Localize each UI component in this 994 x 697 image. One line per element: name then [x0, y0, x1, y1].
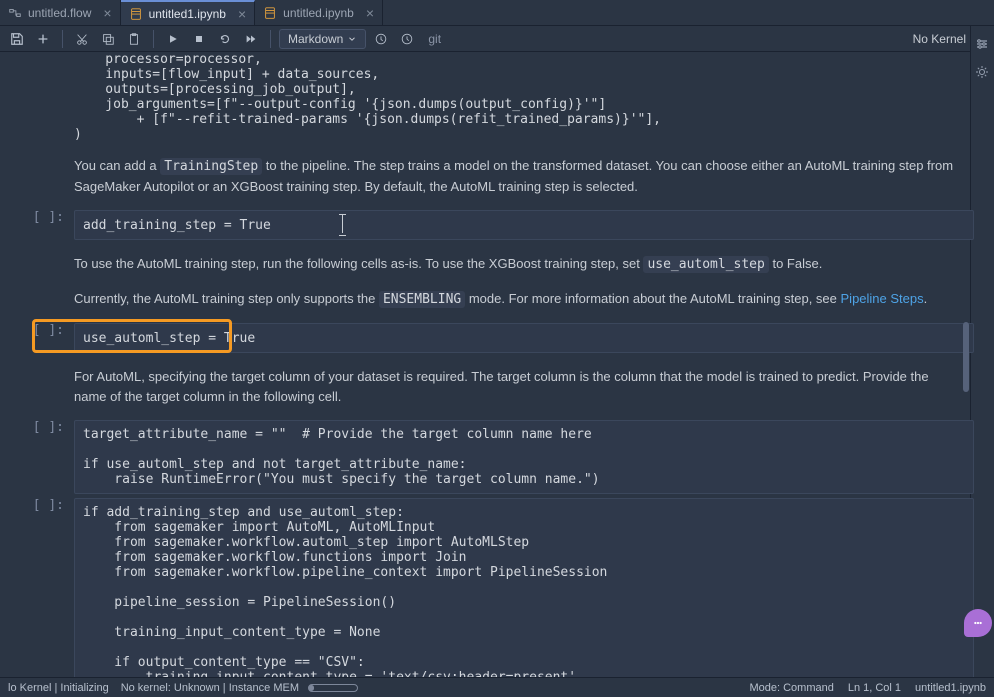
cell-code[interactable]: target_attribute_name = "" # Provide the… [83, 427, 965, 487]
tab-label: untitled.flow [28, 6, 91, 20]
run-button[interactable] [162, 28, 184, 50]
divider [62, 30, 63, 48]
close-icon[interactable]: × [366, 5, 374, 21]
tab-label: untitled1.ipynb [149, 7, 226, 21]
text-cursor [342, 214, 343, 233]
cell-prompt: [ ]: [10, 210, 74, 240]
cut-button[interactable] [71, 28, 93, 50]
clock-button[interactable] [370, 28, 392, 50]
status-cursor[interactable]: Ln 1, Col 1 [848, 682, 901, 694]
fast-forward-button[interactable] [240, 28, 262, 50]
schedule-button[interactable] [396, 28, 418, 50]
flow-icon [8, 6, 22, 20]
restart-button[interactable] [214, 28, 236, 50]
notebook-icon [129, 7, 143, 21]
tab-bar: untitled.flow × untitled1.ipynb × untitl… [0, 0, 994, 26]
memory-bar [308, 684, 358, 692]
cell-prompt: [ ]: [10, 420, 74, 494]
code-cell[interactable]: [ ]: add_training_step = True [10, 210, 974, 240]
cell-type-dropdown[interactable]: Markdown [279, 29, 366, 49]
code-cell[interactable]: [ ]: if add_training_step and use_automl… [10, 498, 974, 677]
markdown-cell[interactable]: To use the AutoML training step, run the… [74, 254, 954, 275]
save-button[interactable] [6, 28, 28, 50]
add-cell-button[interactable] [32, 28, 54, 50]
close-icon[interactable]: × [103, 5, 111, 21]
code-cell[interactable]: [ ]: target_attribute_name = "" # Provid… [10, 420, 974, 494]
notebook-viewport[interactable]: processor=processor, inputs=[flow_input]… [0, 52, 994, 677]
close-icon[interactable]: × [238, 6, 246, 22]
inline-code: use_automl_step [643, 256, 768, 273]
status-kernel-mem[interactable]: No kernel: Unknown | Instance MEM [121, 682, 358, 694]
code-fragment-top: processor=processor, inputs=[flow_input]… [74, 52, 984, 142]
kernel-label: No Kernel [913, 32, 966, 46]
markdown-cell[interactable]: Currently, the AutoML training step only… [74, 289, 954, 310]
cell-prompt: [ ]: [10, 323, 74, 353]
cell-code[interactable]: if add_training_step and use_automl_step… [83, 505, 965, 677]
divider [270, 30, 271, 48]
divider [153, 30, 154, 48]
tab-label: untitled.ipynb [283, 6, 354, 20]
inline-code: ENSEMBLING [379, 291, 465, 308]
status-bar: lo Kernel | Initializing No kernel: Unkn… [0, 677, 994, 697]
scrollbar-thumb[interactable] [963, 322, 969, 392]
cell-prompt: [ ]: [10, 498, 74, 677]
notebook-toolbar: Markdown git No Kernel [0, 26, 994, 52]
markdown-cell[interactable]: For AutoML, specifying the target column… [74, 367, 954, 406]
status-kernel-init[interactable]: lo Kernel | Initializing [8, 682, 109, 694]
notebook-icon [263, 6, 277, 20]
pipeline-steps-link[interactable]: Pipeline Steps [841, 291, 924, 306]
tab-notebook-2[interactable]: untitled.ipynb × [255, 0, 383, 25]
chevron-down-icon [347, 34, 357, 44]
tab-flow[interactable]: untitled.flow × [0, 0, 121, 25]
code-cell-highlighted[interactable]: [ ]: use_automl_step = True [10, 323, 974, 353]
cell-code[interactable]: add_training_step = True [83, 218, 271, 233]
chat-fab[interactable] [964, 609, 992, 637]
chat-icon [971, 616, 985, 630]
copy-button[interactable] [97, 28, 119, 50]
cell-code[interactable]: use_automl_step = True [83, 331, 255, 346]
paste-button[interactable] [123, 28, 145, 50]
inline-code: TrainingStep [160, 158, 262, 175]
markdown-cell[interactable]: You can add a TrainingStep to the pipeli… [74, 156, 954, 196]
dropdown-label: Markdown [288, 32, 343, 46]
status-filename[interactable]: untitled1.ipynb [915, 682, 986, 694]
git-label[interactable]: git [428, 32, 441, 46]
stop-button[interactable] [188, 28, 210, 50]
status-mode[interactable]: Mode: Command [749, 682, 833, 694]
tab-notebook-1[interactable]: untitled1.ipynb × [121, 0, 256, 25]
